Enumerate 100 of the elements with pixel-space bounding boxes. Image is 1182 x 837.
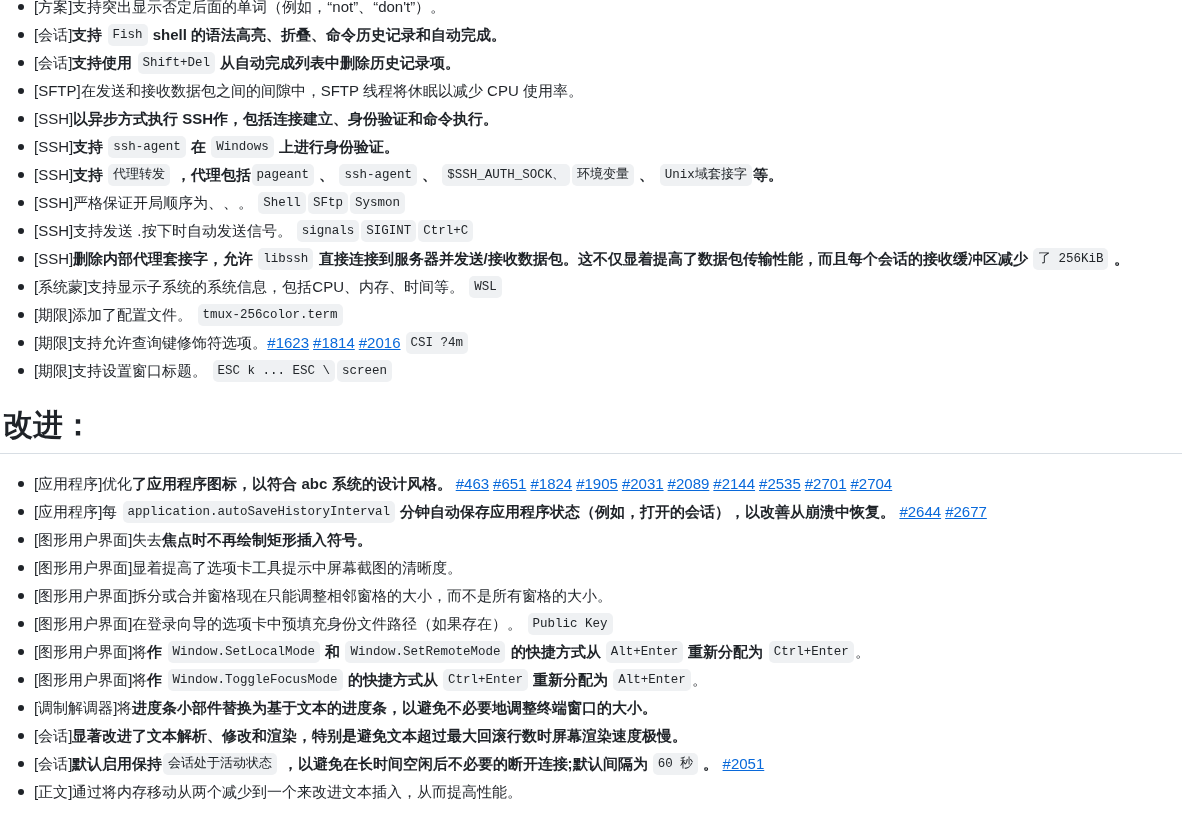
item-text: 的快捷方式从 [509,641,602,662]
code-snippet: Window.ToggleFocusMode [167,668,343,692]
issue-link[interactable]: #2051 [722,752,765,776]
item-text: 、 [421,164,439,185]
issue-link[interactable]: #1814 [313,331,355,355]
issue-link[interactable]: #1824 [530,472,573,496]
item-text: [图形用户界面]在登录向导的选项卡中预填充身份文件路径（如果存在）。 [34,613,524,634]
issue-link[interactable]: #463 [455,472,490,496]
item-text: [SSH]严格保证开局顺序为、、。 [34,192,255,213]
item-text: [图形用户界面]将作 [34,669,164,690]
issue-link[interactable]: #651 [493,472,527,496]
item-text: [会话]显著改进了文本解析、修改和渲染，特别是避免文本超过最大回滚行数时屏幕渲染速度极慢。 [34,725,688,746]
bullet-icon [18,649,24,655]
code-snippet: Shell [258,191,306,215]
item-text: [会话]支持使用 [34,52,134,73]
bullet-icon [18,144,24,150]
bullet-icon [18,593,24,599]
issue-link[interactable]: #2089 [667,472,710,496]
item-text: ，以避免在长时间空闲后不必要的断开连接;默认间隔为 [281,753,649,774]
issue-link[interactable]: #1905 [576,472,618,496]
item-text: 。 [854,641,870,662]
code-snippet: CSI ?4m [405,331,468,355]
bullet-icon [18,565,24,571]
bullet-icon [18,312,24,318]
item-text: [SSH]支持 [34,136,105,157]
bullet-icon [18,340,24,346]
issue-link[interactable]: #1623 [267,331,310,355]
code-snippet: Public Key [527,612,613,636]
code-snippet: Window.SetRemoteMode [345,640,506,664]
code-snippet: Unix域套接字 [659,163,752,187]
bullet-icon [18,677,24,683]
code-snippet: pageant [251,163,315,187]
item-text: [图形用户界面]失去焦点时不再绘制矩形插入符号。 [34,529,373,550]
code-snippet: 会话处于活动状态 [163,752,278,776]
code-snippet: Fish [107,23,148,47]
code-snippet: Alt+Enter [613,668,691,692]
item-text: 上进行身份验证。 [277,136,399,157]
code-snippet: application.autoSaveHistoryInterval [122,500,396,524]
item-text: shell 的语法高亮、折叠、命令历史记录和自动完成。 [151,24,507,45]
bullet-icon [18,88,24,94]
item-text: 等。 [752,164,783,185]
bullet-icon [18,705,24,711]
issue-link[interactable]: #2644 [899,500,942,524]
code-snippet: libssh [258,247,314,271]
issue-link[interactable]: #2016 [358,331,401,355]
bullet-icon [18,621,24,627]
item-text: [期限]添加了配置文件。 [34,304,194,325]
issue-link[interactable]: #2031 [621,472,664,496]
item-text: [期限]支持允许查询键修饰符选项。 [34,332,268,353]
item-text: [会话]支持 [34,24,104,45]
issue-link[interactable]: #2704 [850,472,893,496]
item-text: 和 [324,641,342,662]
bullet-icon [18,32,24,38]
item-text: 。 [1112,248,1129,269]
code-snippet: Sysmon [349,191,405,215]
section-heading: 改进： [3,407,93,443]
item-text: 直接连接到服务器并发送/接收数据包。这不仅显着提高了数据包传输性能，而且每个会话的接收缓冲区减少 [317,248,1029,269]
bullet-icon [18,4,24,10]
item-text: [SSH]以异步方式执行 SSH作，包括连接建立、身份验证和命令执行。 [34,108,499,129]
item-text: ，代理包括 [174,164,251,185]
code-snippet: SIGINT [361,219,417,243]
code-snippet: signals [296,219,360,243]
code-snippet: tmux-256color.term [197,303,343,327]
code-snippet: ssh-agent [108,135,186,159]
code-snippet: SFtp [307,191,348,215]
item-text: 、 [318,164,336,185]
code-snippet: 代理转发 [108,163,171,187]
bullet-icon [18,761,24,767]
code-snippet: Shift+Del [137,51,216,75]
item-text: 从自动完成列表中删除历史记录项。 [219,52,461,73]
item-text: 的快捷方式从 [346,669,439,690]
code-snippet: ssh-agent [339,163,417,187]
item-text: 。 [691,669,707,690]
bullet-icon [18,481,24,487]
item-text: [图形用户界面]将作 [34,641,164,662]
item-text: [图形用户界面]显着提高了选项卡工具提示中屏幕截图的清晰度。 [34,557,463,578]
item-text: 、 [638,164,656,185]
bullet-icon [18,200,24,206]
item-text: [SSH]删除内部代理套接字，允许 [34,248,255,269]
code-snippet: Alt+Enter [605,640,684,664]
issue-link[interactable]: #2701 [804,472,847,496]
code-snippet: WSL [469,275,502,299]
code-snippet: 了 256KiB [1032,247,1109,271]
code-snippet: 环境变量 [572,163,635,187]
bullet-icon [18,733,24,739]
bullet-icon [18,368,24,374]
item-text: [系统蒙]支持显示子系统的系统信息，包括CPU、内存、时间等。 [34,276,465,297]
code-snippet: Ctrl+Enter [442,668,528,692]
code-snippet: Window.SetLocalMode [167,640,321,664]
issue-link[interactable]: #2535 [759,472,801,496]
issue-link[interactable]: #2677 [945,500,987,524]
item-text: 重新分配为 [687,641,765,662]
item-text: [应用程序]优化了应用程序图标，以符合 abc 系统的设计风格。 [34,473,453,494]
code-snippet: 60 秒 [652,752,699,776]
bullet-icon [18,789,24,795]
item-text: [期限]支持设置窗口标题。 [34,360,209,381]
code-snippet: Windows [211,135,274,159]
code-snippet: screen [337,359,393,383]
item-text: [SSH]支持 [34,164,105,185]
issue-link[interactable]: #2144 [713,472,756,496]
